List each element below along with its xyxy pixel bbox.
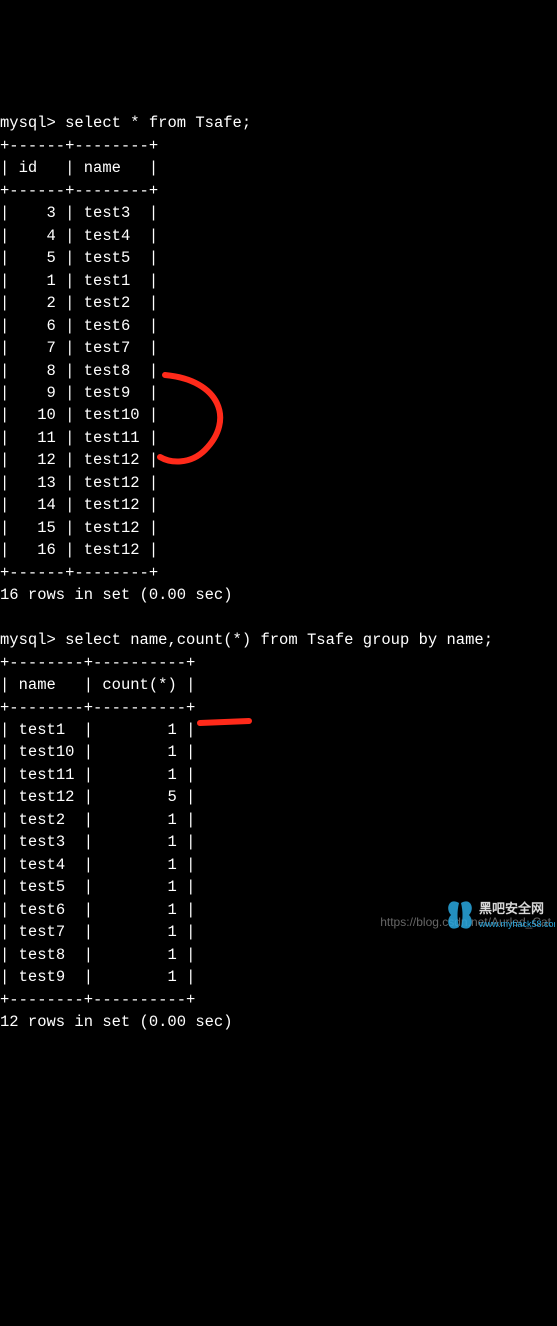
query1-status: 16 rows in set (0.00 sec) xyxy=(0,586,233,604)
table-row: | 12 | test12 | xyxy=(0,451,158,469)
query2-status: 12 rows in set (0.00 sec) xyxy=(0,1013,233,1031)
mysql-prompt: mysql> select name,count(*) from Tsafe g… xyxy=(0,631,493,649)
table-row: | 6 | test6 | xyxy=(0,317,158,335)
table-row: | test5 | 1 | xyxy=(0,878,195,896)
table1-border-bot: +------+--------+ xyxy=(0,564,158,582)
mysql-prompt: mysql> select * from Tsafe; xyxy=(0,114,251,132)
table-row: | 9 | test9 | xyxy=(0,384,158,402)
table1-header: | id | name | xyxy=(0,159,158,177)
table-row: | test2 | 1 | xyxy=(0,811,195,829)
table-row: | 7 | test7 | xyxy=(0,339,158,357)
sql-statement-2: select name,count(*) from Tsafe group by… xyxy=(65,631,493,649)
table-row: | 3 | test3 | xyxy=(0,204,158,222)
table-row: | test12 | 5 | xyxy=(0,788,195,806)
table-row: | test11 | 1 | xyxy=(0,766,195,784)
table-row: | test1 | 1 | xyxy=(0,721,195,739)
table-row: | 4 | test4 | xyxy=(0,227,158,245)
table-row: | 14 | test12 | xyxy=(0,496,158,514)
table-row: | test7 | 1 | xyxy=(0,923,195,941)
terminal-output: mysql> select * from Tsafe; +------+----… xyxy=(0,90,557,1034)
table-row: | test9 | 1 | xyxy=(0,968,195,986)
table2-border-bot: +--------+----------+ xyxy=(0,991,195,1009)
table-row: | 10 | test10 | xyxy=(0,406,158,424)
svg-text:www.myhack58.com: www.myhack58.com xyxy=(478,919,555,929)
table-row: | 8 | test8 | xyxy=(0,362,158,380)
table-row: | 15 | test12 | xyxy=(0,519,158,537)
table-row: | test6 | 1 | xyxy=(0,901,195,919)
table1-border-top: +------+--------+ xyxy=(0,137,158,155)
table-row: | test8 | 1 | xyxy=(0,946,195,964)
table-row: | test3 | 1 | xyxy=(0,833,195,851)
table-row: | 16 | test12 | xyxy=(0,541,158,559)
butterfly-logo-icon: 黑吧安全网 www.myhack58.com xyxy=(445,897,555,935)
table-row: | 2 | test2 | xyxy=(0,294,158,312)
table-row: | 5 | test5 | xyxy=(0,249,158,267)
table1-border-mid: +------+--------+ xyxy=(0,182,158,200)
table-row: | 11 | test11 | xyxy=(0,429,158,447)
sql-statement-1: select * from Tsafe; xyxy=(65,114,251,132)
svg-text:黑吧安全网: 黑吧安全网 xyxy=(479,901,544,916)
table-row: | test4 | 1 | xyxy=(0,856,195,874)
table-row: | 1 | test1 | xyxy=(0,272,158,290)
table2-border-top: +--------+----------+ xyxy=(0,654,195,672)
table2-header: | name | count(*) | xyxy=(0,676,195,694)
table-row: | 13 | test12 | xyxy=(0,474,158,492)
table2-border-mid: +--------+----------+ xyxy=(0,699,195,717)
table-row: | test10 | 1 | xyxy=(0,743,195,761)
